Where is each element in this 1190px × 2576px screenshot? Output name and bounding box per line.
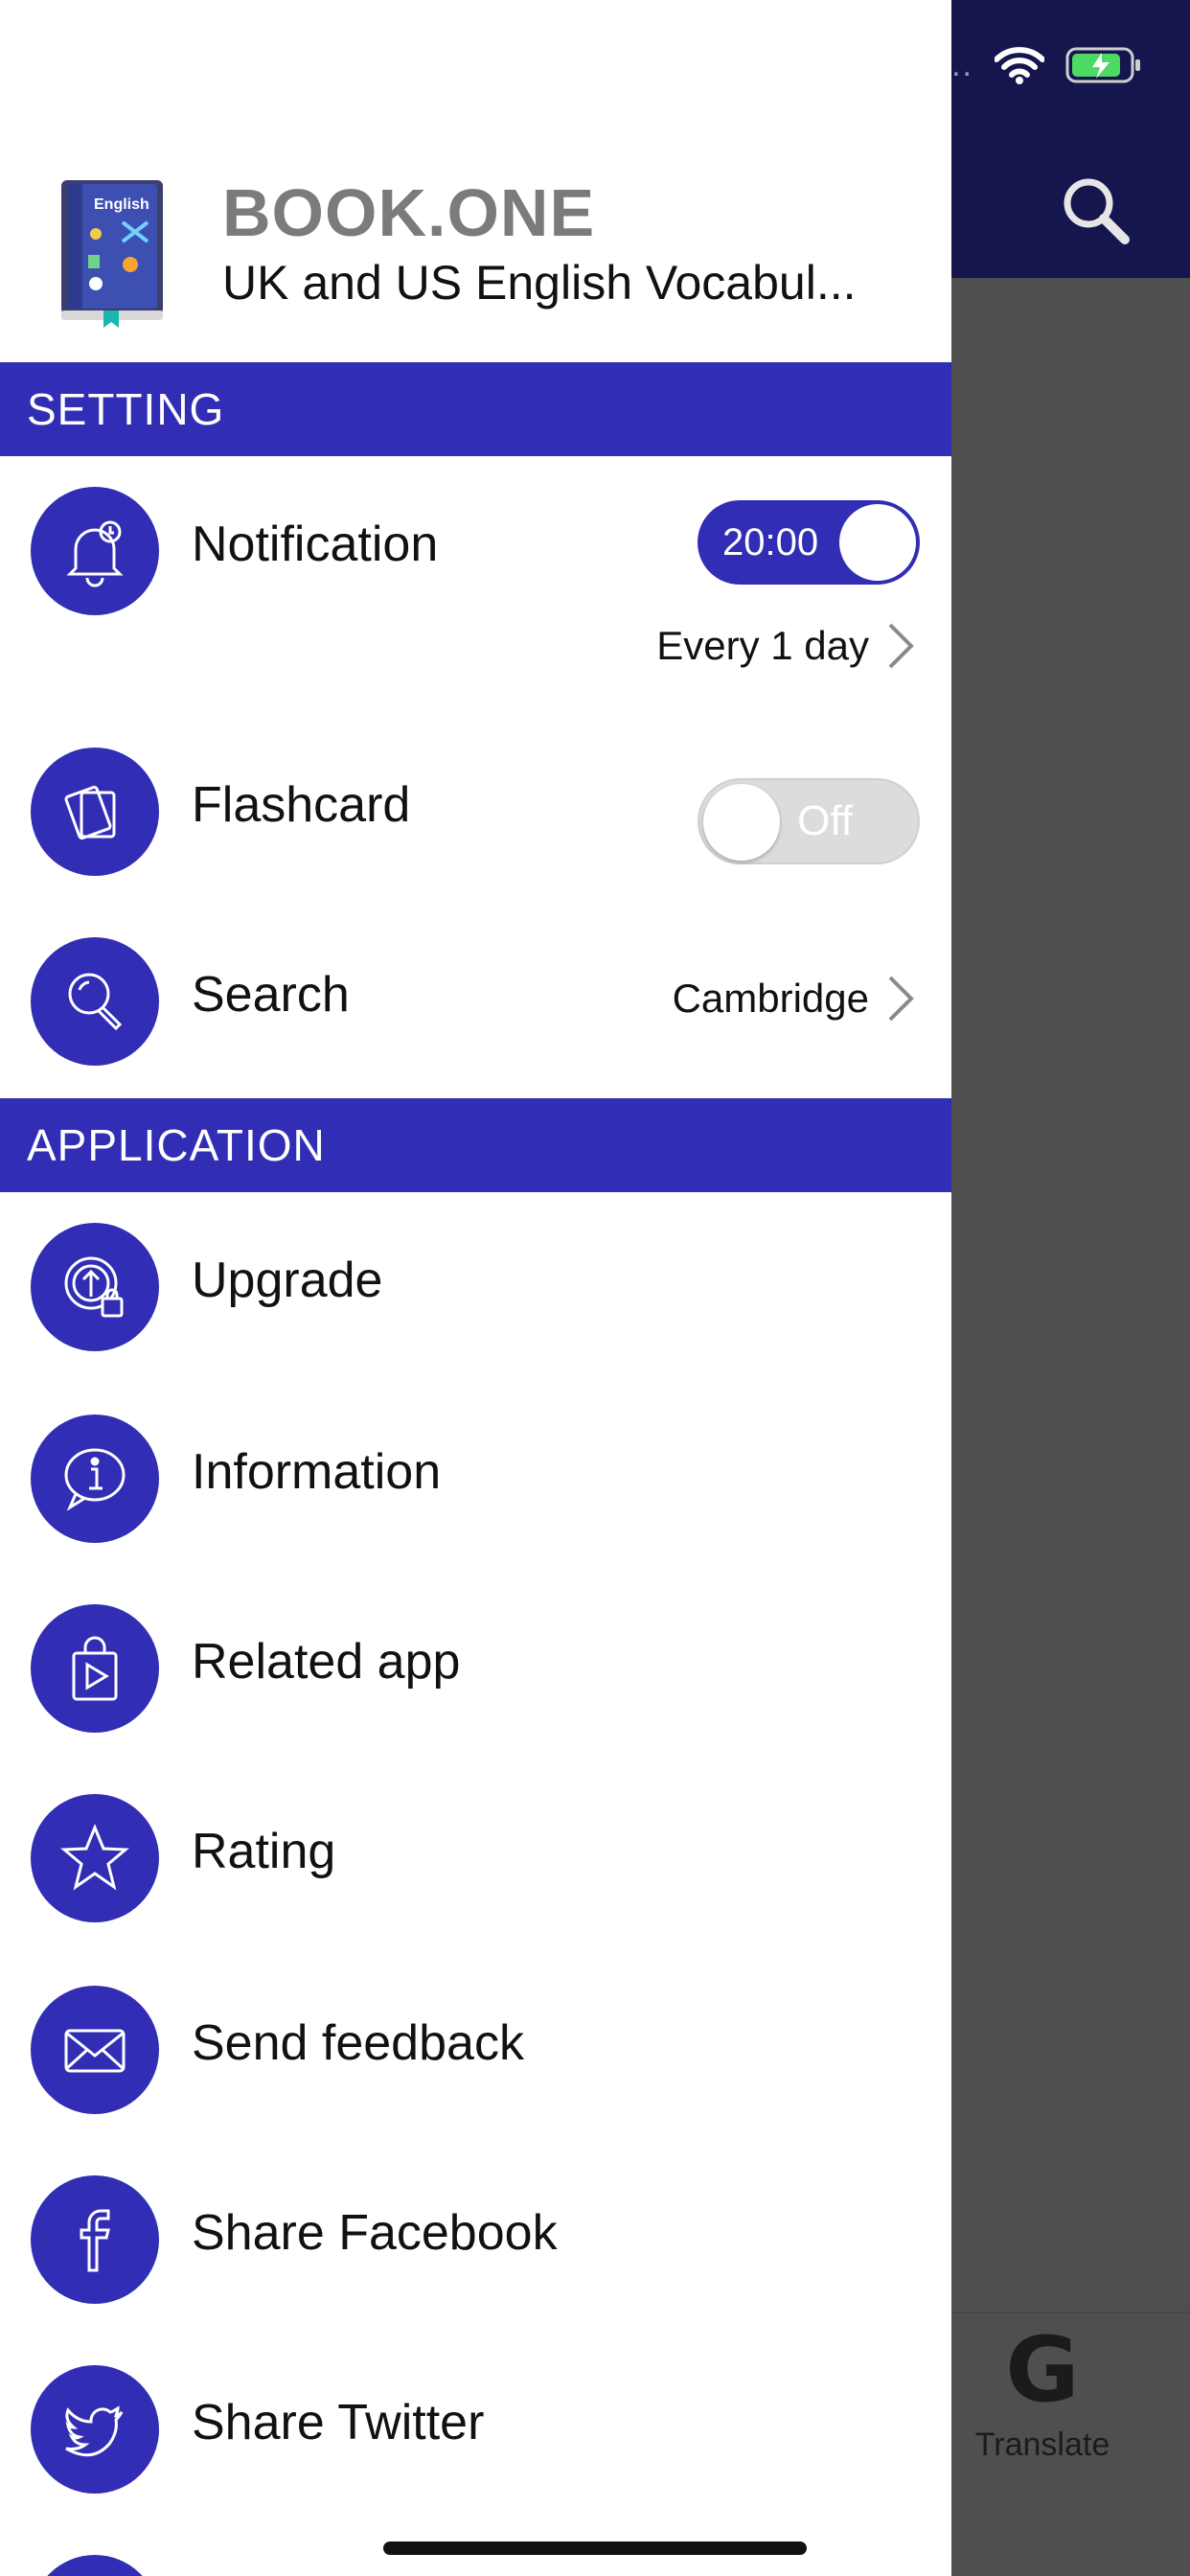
side-drawer: English BOOK.ONE UK and US English Vocab… (0, 0, 951, 2576)
upgrade-row[interactable]: Upgrade (0, 1223, 951, 1357)
search-icon[interactable] (1058, 172, 1134, 249)
flashcard-cards-icon (31, 748, 159, 876)
rating-row[interactable]: Rating (0, 1794, 951, 1928)
search-magnifier-icon (31, 937, 159, 1066)
send-feedback-label: Send feedback (192, 2015, 524, 2071)
home-indicator[interactable] (383, 2542, 807, 2555)
send-feedback-row[interactable]: Send feedback (0, 1986, 951, 2120)
search-source-value: Cambridge (672, 976, 869, 1021)
translate-tab-label: Translate (974, 2426, 1110, 2463)
battery-icon (1065, 47, 1140, 83)
information-label: Information (192, 1444, 442, 1500)
rating-star-icon (31, 1794, 159, 1922)
status-bar: ... (941, 46, 1142, 84)
google-icon: G (1005, 2318, 1080, 2423)
flashcard-row[interactable]: Flashcard Off (0, 748, 951, 882)
notification-frequency-value: Every 1 day (656, 623, 869, 668)
flashcard-label: Flashcard (192, 777, 411, 833)
share-twitter-row[interactable]: Share Twitter (0, 2365, 951, 2499)
rating-label: Rating (192, 1824, 336, 1879)
share-twitter-label: Share Twitter (192, 2395, 485, 2450)
share-facebook-row[interactable]: Share Facebook (0, 2175, 951, 2310)
search-label: Search (192, 967, 350, 1023)
notification-label: Notification (192, 517, 439, 572)
section-header-application: APPLICATION (0, 1098, 951, 1192)
notification-time: 20:00 (722, 521, 819, 564)
drawer-header: English BOOK.ONE UK and US English Vocab… (0, 163, 951, 355)
chevron-right-icon (888, 976, 914, 1022)
information-row[interactable]: Information (0, 1414, 951, 1549)
send-feedback-mail-icon (31, 1986, 159, 2114)
information-icon (31, 1414, 159, 1543)
toggle-knob (703, 784, 780, 861)
flashcard-toggle-text: Off (797, 797, 853, 844)
app-subtitle: UK and US English Vocabul... (222, 256, 857, 310)
chevron-right-icon (888, 623, 914, 669)
translate-tab[interactable]: G Translate (951, 2323, 1133, 2464)
notification-row[interactable]: Notification 20:00 (0, 487, 951, 621)
facebook-icon (31, 2175, 159, 2304)
notification-toggle[interactable]: 20:00 (698, 500, 920, 585)
search-row[interactable]: Search Cambridge (0, 937, 951, 1071)
twitter-bird-icon (31, 2365, 159, 2494)
related-app-label: Related app (192, 1634, 461, 1690)
app-title: BOOK.ONE (222, 175, 596, 250)
section-header-setting: SETTING (0, 362, 951, 456)
upgrade-label: Upgrade (192, 1253, 383, 1308)
toggle-knob (839, 504, 916, 581)
share-facebook-label: Share Facebook (192, 2205, 558, 2261)
svg-text:English: English (94, 196, 149, 213)
search-source[interactable]: Cambridge (673, 974, 915, 1024)
flashcard-toggle[interactable]: Off (698, 778, 920, 864)
upgrade-icon (31, 1223, 159, 1351)
wifi-icon (995, 47, 1044, 84)
app-logo-book-icon: English (61, 180, 163, 328)
notification-frequency[interactable]: Every 1 day (656, 621, 915, 671)
next-item-icon (31, 2555, 159, 2576)
background-overlay[interactable] (951, 278, 1190, 2576)
related-app-shopping-bag-icon (31, 1604, 159, 1733)
related-app-row[interactable]: Related app (0, 1604, 951, 1738)
notification-bell-icon (31, 487, 159, 615)
